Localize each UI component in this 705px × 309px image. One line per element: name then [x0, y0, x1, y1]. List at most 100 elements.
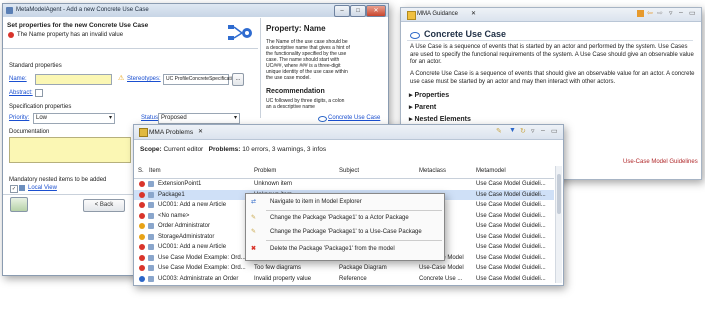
close-button[interactable]: ✕ — [366, 5, 386, 17]
guidance-para-2: A Concrete Use Case is a sequence of eve… — [410, 71, 695, 85]
item-type-icon — [148, 275, 154, 282]
chevron-down-icon: ▾ — [233, 115, 237, 121]
warning-icon: ⚠ — [118, 75, 125, 82]
local-view-checkbox[interactable]: ✓ — [10, 185, 18, 193]
property-panel: Property: Name The Name of the use case … — [260, 18, 387, 118]
local-view-link[interactable]: Local View — [28, 185, 57, 191]
name-input[interactable] — [35, 74, 112, 85]
concrete-use-case-link[interactable]: Concrete Use Case — [328, 115, 380, 121]
vertical-scrollbar[interactable] — [555, 166, 562, 283]
section-parent-label: Parent — [414, 104, 437, 111]
col-severity[interactable]: S. — [138, 166, 148, 176]
maximize-view-icon[interactable]: ▭ — [689, 9, 696, 17]
help-button[interactable] — [10, 197, 28, 212]
col-metaclass[interactable]: Metaclass — [419, 166, 469, 176]
forward-icon[interactable]: ⇨ — [657, 9, 663, 17]
warning-icon — [139, 223, 145, 229]
item-type-icon — [148, 181, 154, 187]
minimize-view-icon[interactable]: – — [541, 127, 545, 134]
cell-item: <No name> — [158, 212, 190, 219]
guidance-divider — [407, 40, 693, 41]
home-icon[interactable] — [637, 10, 644, 17]
problems-tabstrip: MMA Problems ✕ ✎ ▼ ↻ ▿ – ▭ — [134, 125, 563, 140]
close-tab-icon[interactable]: ✕ — [471, 10, 476, 17]
error-icon — [139, 191, 145, 198]
close-tab-icon[interactable]: ✕ — [198, 128, 203, 135]
cell-item: Package1 — [158, 191, 185, 198]
error-icon — [139, 265, 145, 271]
documentation-textarea[interactable] — [9, 137, 131, 163]
col-item[interactable]: Item — [149, 166, 229, 176]
minimize-view-icon[interactable]: – — [679, 9, 683, 16]
cell-subject: Package Diagram — [339, 265, 387, 271]
use-case-icon — [410, 32, 420, 39]
wizard-titlebar: MetaModelAgent - Add a new Concrete Use … — [3, 4, 388, 17]
section-properties[interactable]: ▸ Properties — [409, 91, 449, 99]
cell-metamodel: Use Case Model Guideli... — [476, 233, 546, 240]
priority-label[interactable]: Priority: — [9, 115, 29, 121]
minimize-button[interactable]: – — [334, 5, 350, 17]
col-metamodel[interactable]: Metamodel — [476, 166, 546, 176]
pencil-icon: ✎ — [251, 215, 257, 221]
priority-select[interactable]: Low ▾ — [33, 113, 115, 124]
problems-tab-icon — [139, 128, 148, 137]
use-case-icon — [318, 116, 327, 122]
scope-value: Current editor — [163, 146, 204, 153]
item-type-icon — [148, 244, 154, 250]
menu-label-change-actor: Change the Package 'Package1' to a Actor… — [270, 215, 409, 221]
abstract-label[interactable]: Abstract: — [9, 90, 33, 96]
maximize-view-icon[interactable]: ▭ — [551, 127, 558, 135]
error-message: The Name property has an invalid value — [17, 32, 124, 38]
cell-item: UC001: Add a new Article — [158, 202, 227, 208]
tab-mma-problems[interactable]: MMA Problems — [149, 129, 193, 136]
abstract-checkbox[interactable] — [35, 89, 43, 97]
view-menu-icon[interactable]: ▿ — [669, 9, 673, 17]
cell-item: ExtensionPoint1 — [158, 181, 202, 187]
table-row[interactable]: ExtensionPoint1 Unknown item Use Case Mode… — [134, 179, 554, 189]
refresh-icon[interactable]: ↻ — [520, 127, 526, 135]
maximize-button[interactable]: □ — [350, 5, 366, 17]
col-problem[interactable]: Problem — [254, 166, 324, 176]
menu-item-change-usecase[interactable]: ✎ Change the Package 'Package1' to a Use… — [246, 226, 444, 239]
context-menu: ⇄ Navigate to item in Model Explorer ✎ C… — [245, 193, 445, 261]
recommendation-text: UC followed by three digits, a colon an … — [266, 98, 345, 110]
cell-item: UC003: Administrate an Order — [158, 275, 239, 282]
stereotypes-label[interactable]: Stereotypes: — [127, 76, 161, 82]
menu-separator — [266, 210, 442, 211]
guidelines-link[interactable]: Use-Case Model Guidelines — [623, 159, 698, 165]
header-divider — [3, 48, 258, 49]
navigate-icon: ⇄ — [251, 199, 257, 205]
edit-icon[interactable]: ✎ — [496, 127, 502, 135]
error-icon — [139, 254, 145, 261]
pencil-icon: ✎ — [251, 229, 257, 235]
table-row[interactable]: Use Case Model Example: Ord... Too few di… — [134, 263, 554, 273]
wizard-heading: Set properties for the new Concrete Use … — [7, 22, 149, 29]
menu-item-navigate[interactable]: ⇄ Navigate to item in Model Explorer — [246, 196, 444, 209]
name-label[interactable]: Name: — [9, 76, 27, 82]
back-button[interactable]: < Back — [83, 199, 125, 212]
section-parent[interactable]: ▸ Parent — [409, 103, 436, 111]
cell-metaclass: Concrete Use ... — [419, 275, 463, 282]
filter-icon[interactable]: ▼ — [509, 127, 516, 134]
browse-stereotypes-button[interactable]: ... — [232, 73, 244, 86]
status-label[interactable]: Status: — [141, 115, 160, 121]
cell-subject: Reference — [339, 275, 367, 282]
menu-item-change-actor[interactable]: ✎ Change the Package 'Package1' to a Act… — [246, 212, 444, 225]
cell-item: StorageAdministrator — [158, 233, 215, 240]
section-properties-label: Properties — [414, 92, 450, 99]
guidance-tabstrip: MMA Guidance ✕ ⇦ ⇨ ▿ – ▭ — [401, 8, 701, 22]
col-subject[interactable]: Subject — [339, 166, 409, 176]
menu-label-change-usecase: Change the Package 'Package1' to a Use-C… — [270, 229, 422, 235]
tab-mma-guidance[interactable]: MMA Guidance — [417, 11, 458, 17]
back-icon[interactable]: ⇦ — [647, 9, 653, 17]
error-icon — [8, 32, 14, 38]
stereotypes-input[interactable]: UC ProfileConcreteSpecification — [163, 74, 237, 85]
view-menu-icon[interactable]: ▿ — [531, 127, 535, 135]
status-select[interactable]: Proposed ▾ — [158, 113, 240, 124]
scrollbar-thumb[interactable] — [557, 174, 561, 214]
table-row[interactable]: UC003: Administrate an Order Invalid prop… — [134, 274, 554, 284]
section-nested-elements[interactable]: ▸ Nested Elements — [409, 115, 471, 123]
item-type-icon — [148, 254, 154, 261]
menu-item-delete[interactable]: ✖ Delete the Package 'Package1' from the… — [246, 243, 444, 256]
wizard-header: Set properties for the new Concrete Use … — [3, 18, 258, 48]
